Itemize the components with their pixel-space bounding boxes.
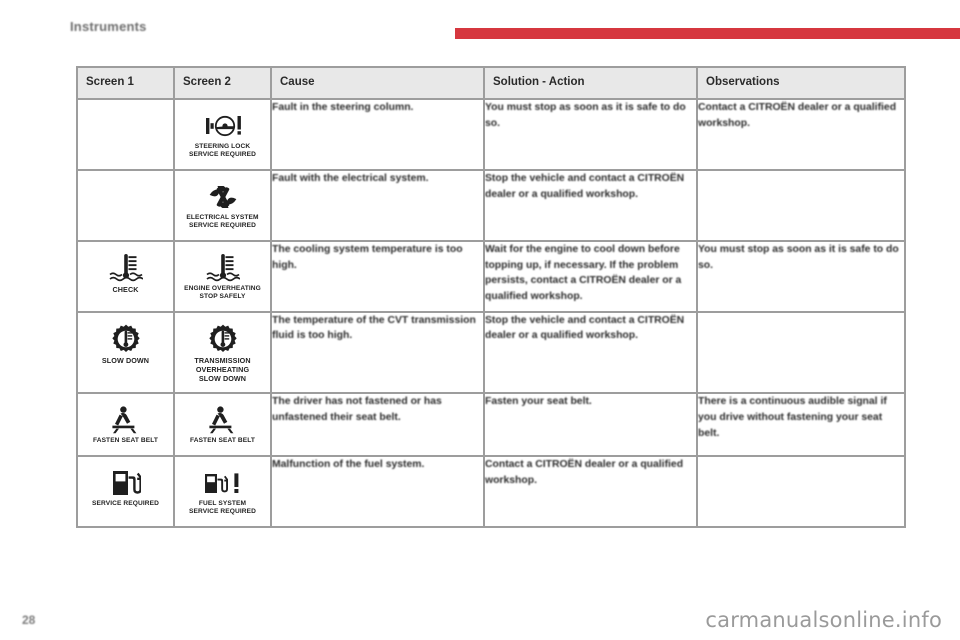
transmission-temperature-icon (183, 324, 263, 354)
cell-observations (697, 312, 905, 394)
screen-tile: STEERING LOCK SERVICE REQUIRED (181, 105, 265, 165)
screen-tile: CHECK (84, 247, 168, 299)
cell-cause: The temperature of the CVT transmission … (271, 312, 484, 394)
cell-observations: Contact a CITROËN dealer or a qualified … (697, 99, 905, 170)
screen-tile: SLOW DOWN (84, 318, 168, 370)
cell-screen-2: TRANSMISSION OVERHEATING SLOW DOWN (174, 312, 271, 394)
coolant-temperature-icon (86, 253, 166, 283)
table-row: STEERING LOCK SERVICE REQUIRED Fault in t… (77, 99, 905, 170)
cell-solution: Contact a CITROËN dealer or a qualified … (484, 456, 697, 527)
cell-cause-text: The cooling system temperature is too hi… (272, 242, 483, 274)
screen-tile-label: TRANSMISSION OVERHEATING SLOW DOWN (183, 356, 263, 384)
coolant-temperature-icon (183, 253, 263, 283)
cell-solution: You must stop as soon as it is safe to d… (484, 99, 697, 170)
table-row: ELECTRICAL SYSTEM SERVICE REQUIRED Fault … (77, 170, 905, 241)
table-row: FASTEN SEAT BELT FASTEN SEAT BELT The dri… (77, 393, 905, 455)
screen-tile: TRANSMISSION OVERHEATING SLOW DOWN (181, 318, 265, 389)
cell-cause: Fault with the electrical system. (271, 170, 484, 241)
cell-cause-text: Fault in the steering column. (272, 100, 483, 116)
screen-tile-label: ENGINE OVERHEATING STOP SAFELY (183, 285, 263, 302)
table-row: CHECK ENGINE OVERHEATING STOP SAFELY The … (77, 241, 905, 312)
table-header-row: Screen 1 Screen 2 Cause Solution - Actio… (77, 67, 905, 99)
warning-messages-table: Screen 1 Screen 2 Cause Solution - Actio… (76, 66, 906, 528)
cell-observations (697, 170, 905, 241)
page-header: Instruments (0, 0, 960, 52)
cell-screen-2: ELECTRICAL SYSTEM SERVICE REQUIRED (174, 170, 271, 241)
screen-tile: FASTEN SEAT BELT (84, 399, 168, 450)
cell-cause: The driver has not fastened or has unfas… (271, 393, 484, 455)
screen-tile: FASTEN SEAT BELT (181, 399, 265, 450)
cell-screen-2: FASTEN SEAT BELT (174, 393, 271, 455)
transmission-temperature-icon (86, 324, 166, 354)
cell-cause-text: The temperature of the CVT transmission … (272, 313, 483, 345)
screen-tile-label: FASTEN SEAT BELT (86, 437, 166, 445)
screen-tile-label: FUEL SYSTEM SERVICE REQUIRED (183, 500, 263, 517)
fuel-system-icon (183, 468, 263, 498)
cell-screen-2: STEERING LOCK SERVICE REQUIRED (174, 99, 271, 170)
cell-screen-1: SERVICE REQUIRED (77, 456, 174, 527)
cell-solution-text: Stop the vehicle and contact a CITROËN d… (485, 171, 696, 203)
cell-cause-text: Fault with the electrical system. (272, 171, 483, 187)
cell-cause: Fault in the steering column. (271, 99, 484, 170)
cell-screen-1: SLOW DOWN (77, 312, 174, 394)
table-row: SERVICE REQUIRED FUEL SYSTEM SERVICE REQ… (77, 456, 905, 527)
cell-cause: Malfunction of the fuel system. (271, 456, 484, 527)
table-row: SLOW DOWN TRANSMISSION OVERHEATING SLOW … (77, 312, 905, 394)
cell-observations (697, 456, 905, 527)
fuel-pump-icon (86, 468, 166, 498)
cell-solution-text: Fasten your seat belt. (485, 394, 696, 410)
cell-observations-text: There is a continuous audible signal if … (698, 394, 904, 441)
seat-belt-icon (183, 405, 263, 435)
cell-screen-2: ENGINE OVERHEATING STOP SAFELY (174, 241, 271, 312)
column-header-screen-2: Screen 2 (174, 67, 271, 99)
cell-solution-text: You must stop as soon as it is safe to d… (485, 100, 696, 132)
cell-solution: Wait for the engine to cool down before … (484, 241, 697, 312)
screen-tile: SERVICE REQUIRED (84, 462, 168, 513)
cell-cause-text: The driver has not fastened or has unfas… (272, 394, 483, 426)
cell-solution: Fasten your seat belt. (484, 393, 697, 455)
steering-lock-icon (183, 111, 263, 141)
cell-solution-text: Contact a CITROËN dealer or a qualified … (485, 457, 696, 489)
cell-cause: The cooling system temperature is too hi… (271, 241, 484, 312)
table-body: STEERING LOCK SERVICE REQUIRED Fault in t… (77, 99, 905, 527)
screen-tile-label: SLOW DOWN (86, 356, 166, 365)
column-header-screen-1: Screen 1 (77, 67, 174, 99)
cell-screen-1 (77, 99, 174, 170)
screen-tile-label: CHECK (86, 285, 166, 294)
screen-tile: FUEL SYSTEM SERVICE REQUIRED (181, 462, 265, 522)
cell-observations-text: You must stop as soon as it is safe to d… (698, 242, 904, 274)
cell-solution: Stop the vehicle and contact a CITROËN d… (484, 312, 697, 394)
column-header-observations: Observations (697, 67, 905, 99)
cell-solution-text: Wait for the engine to cool down before … (485, 242, 696, 305)
cell-screen-1: FASTEN SEAT BELT (77, 393, 174, 455)
site-watermark: carmanualsonline.info (705, 608, 942, 632)
cell-screen-1: CHECK (77, 241, 174, 312)
cell-cause-text: Malfunction of the fuel system. (272, 457, 483, 473)
section-title: Instruments (70, 19, 147, 34)
electrical-system-icon (183, 182, 263, 212)
screen-tile-label: STEERING LOCK SERVICE REQUIRED (183, 143, 263, 160)
screen-tile-label: FASTEN SEAT BELT (183, 437, 263, 445)
screen-tile-label: ELECTRICAL SYSTEM SERVICE REQUIRED (183, 214, 263, 231)
header-accent-rule (455, 28, 960, 39)
column-header-solution-action: Solution - Action (484, 67, 697, 99)
cell-solution-text: Stop the vehicle and contact a CITROËN d… (485, 313, 696, 345)
seat-belt-icon (86, 405, 166, 435)
screen-tile: ENGINE OVERHEATING STOP SAFELY (181, 247, 265, 307)
cell-solution: Stop the vehicle and contact a CITROËN d… (484, 170, 697, 241)
column-header-cause: Cause (271, 67, 484, 99)
screen-tile-label: SERVICE REQUIRED (86, 500, 166, 508)
screen-tile: ELECTRICAL SYSTEM SERVICE REQUIRED (181, 176, 265, 236)
page-number: 28 (22, 613, 35, 627)
cell-screen-1 (77, 170, 174, 241)
cell-observations: There is a continuous audible signal if … (697, 393, 905, 455)
cell-observations-text: Contact a CITROËN dealer or a qualified … (698, 100, 904, 132)
cell-screen-2: FUEL SYSTEM SERVICE REQUIRED (174, 456, 271, 527)
cell-observations: You must stop as soon as it is safe to d… (697, 241, 905, 312)
